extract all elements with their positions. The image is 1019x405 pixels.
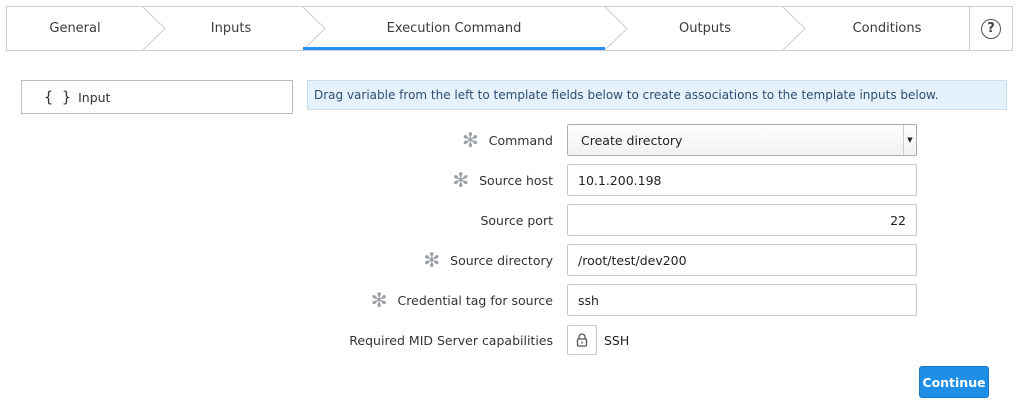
mid-capabilities-value: SSH (604, 332, 630, 348)
source-directory-label-wrap: ✻ Source directory (423, 244, 553, 276)
info-banner: Drag variable from the left to template … (307, 80, 1007, 110)
mid-capabilities-label: Required MID Server capabilities (349, 332, 553, 348)
source-host-input[interactable] (567, 164, 917, 196)
step-outputs[interactable]: Outputs (627, 7, 783, 50)
step-general[interactable]: General (7, 7, 143, 50)
source-directory-row: ✻ Source directory (300, 244, 920, 276)
lock-icon (576, 333, 588, 347)
step-conditions[interactable]: Conditions (805, 7, 969, 50)
dropdown-arrow-icon[interactable]: ▼ (903, 125, 916, 155)
command-label: Command (488, 132, 553, 148)
credential-tag-label-wrap: ✻ Credential tag for source (371, 284, 553, 316)
source-port-row: Source port (300, 204, 920, 236)
step-execution-command[interactable]: Execution Command (303, 7, 605, 50)
required-asterisk-icon: ✻ (370, 288, 388, 312)
curly-braces-icon: { } (44, 88, 72, 106)
credential-tag-input[interactable] (567, 284, 917, 316)
source-port-label-wrap: Source port (480, 204, 553, 236)
help-button[interactable]: ? (969, 7, 1012, 50)
step-execution-command-label: Execution Command (386, 21, 522, 36)
question-circle-icon: ? (981, 18, 1001, 39)
continue-button[interactable]: Continue (919, 366, 989, 398)
step-inputs-label: Inputs (210, 21, 252, 36)
lock-button[interactable] (567, 325, 597, 355)
info-banner-text: Drag variable from the left to template … (314, 88, 939, 102)
command-label-wrap: ✻ Command (462, 124, 553, 156)
source-port-label: Source port (480, 212, 553, 228)
wizard-steps: General Inputs Execution Command Outputs… (6, 6, 1013, 51)
required-asterisk-icon: ✻ (423, 248, 441, 272)
source-host-label: Source host (479, 172, 553, 188)
credential-tag-label: Credential tag for source (397, 292, 553, 308)
step-conditions-label: Conditions (852, 21, 922, 36)
input-variable-label: Input (78, 89, 111, 105)
credential-tag-row: ✻ Credential tag for source (300, 284, 920, 316)
command-select-value: Create directory (581, 132, 683, 148)
step-outputs-label: Outputs (679, 21, 731, 36)
input-variable-pill[interactable]: { } Input (21, 80, 293, 114)
command-select[interactable]: Create directory ▼ (567, 124, 917, 156)
mid-capabilities-row: Required MID Server capabilities SSH (300, 325, 920, 357)
source-host-row: ✻ Source host (300, 164, 920, 196)
step-inputs[interactable]: Inputs (165, 7, 297, 50)
mid-capabilities-label-wrap: Required MID Server capabilities (349, 325, 553, 355)
source-host-label-wrap: ✻ Source host (452, 164, 553, 196)
source-port-input[interactable] (567, 204, 917, 236)
command-row: ✻ Command Create directory ▼ (300, 124, 920, 156)
source-directory-label: Source directory (450, 252, 553, 268)
source-directory-input[interactable] (567, 244, 917, 276)
required-asterisk-icon: ✻ (452, 168, 470, 192)
required-asterisk-icon: ✻ (461, 128, 479, 152)
step-general-label: General (49, 21, 101, 36)
